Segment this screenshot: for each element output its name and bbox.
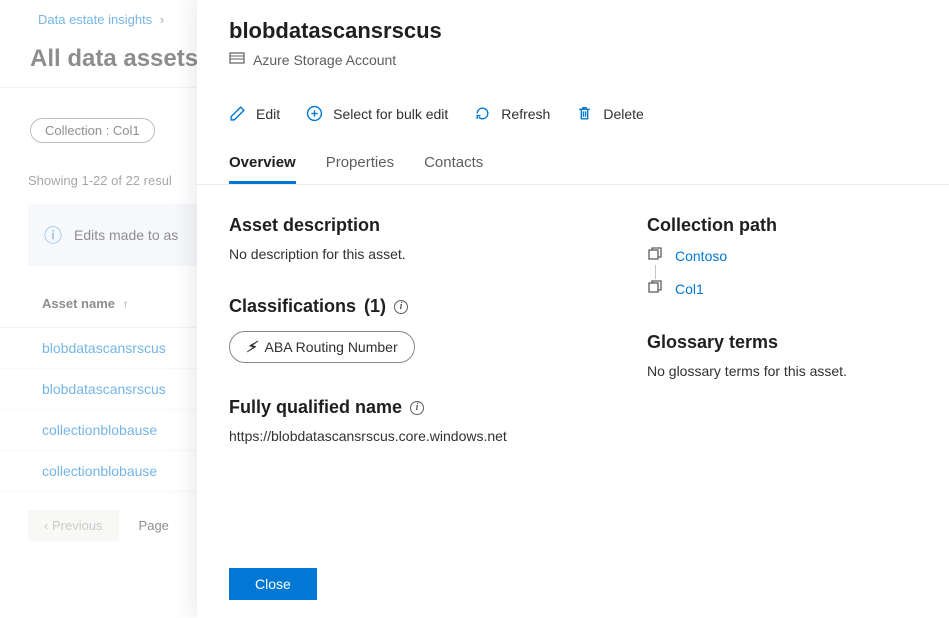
info-icon[interactable]: i xyxy=(394,300,408,314)
tabs: Overview Properties Contacts xyxy=(197,138,949,185)
section-title: Classifications (1) i xyxy=(229,296,587,317)
fqn-text: https://blobdatascansrscus.core.windows.… xyxy=(229,428,587,444)
section-fqn: Fully qualified name i https://blobdatas… xyxy=(229,397,587,444)
section-asset-description: Asset description No description for thi… xyxy=(229,215,587,262)
panel-subtitle: Azure Storage Account xyxy=(253,52,396,68)
collection-icon xyxy=(647,279,663,298)
select-bulk-button[interactable]: Select for bulk edit xyxy=(306,105,448,122)
section-title: Collection path xyxy=(647,215,917,236)
refresh-button[interactable]: Refresh xyxy=(474,105,550,122)
collection-link[interactable]: Col1 xyxy=(675,281,704,297)
section-collection-path: Collection path Contoso Col1 xyxy=(647,215,917,298)
collection-path-item: Col1 xyxy=(647,279,917,298)
delete-button[interactable]: Delete xyxy=(576,105,643,122)
edit-icon xyxy=(229,105,246,122)
tab-overview[interactable]: Overview xyxy=(229,148,296,184)
classification-chip[interactable]: ⚡︎ ABA Routing Number xyxy=(229,331,415,363)
collection-path-item: Contoso xyxy=(647,246,917,265)
plus-circle-icon xyxy=(306,105,323,122)
section-title: Glossary terms xyxy=(647,332,917,353)
section-title: Fully qualified name i xyxy=(229,397,587,418)
edit-button[interactable]: Edit xyxy=(229,105,280,122)
section-title: Asset description xyxy=(229,215,587,236)
collection-link[interactable]: Contoso xyxy=(675,248,727,264)
storage-account-icon xyxy=(229,50,245,69)
tab-contacts[interactable]: Contacts xyxy=(424,148,483,184)
collection-icon xyxy=(647,246,663,265)
section-text: No glossary terms for this asset. xyxy=(647,363,917,379)
toolbar: Edit Select for bulk edit Refresh Delete xyxy=(197,75,949,138)
trash-icon xyxy=(576,105,593,122)
tab-properties[interactable]: Properties xyxy=(326,148,394,184)
refresh-icon xyxy=(474,105,491,122)
close-button[interactable]: Close xyxy=(229,568,317,600)
section-classifications: Classifications (1) i ⚡︎ ABA Routing Num… xyxy=(229,296,587,363)
path-divider xyxy=(655,265,656,279)
detail-panel: blobdatascansrscus Azure Storage Account… xyxy=(197,0,949,618)
panel-title: blobdatascansrscus xyxy=(229,18,917,44)
info-icon[interactable]: i xyxy=(410,401,424,415)
lightning-icon: ⚡︎ xyxy=(246,338,257,356)
section-glossary: Glossary terms No glossary terms for thi… xyxy=(647,332,917,379)
section-text: No description for this asset. xyxy=(229,246,587,262)
